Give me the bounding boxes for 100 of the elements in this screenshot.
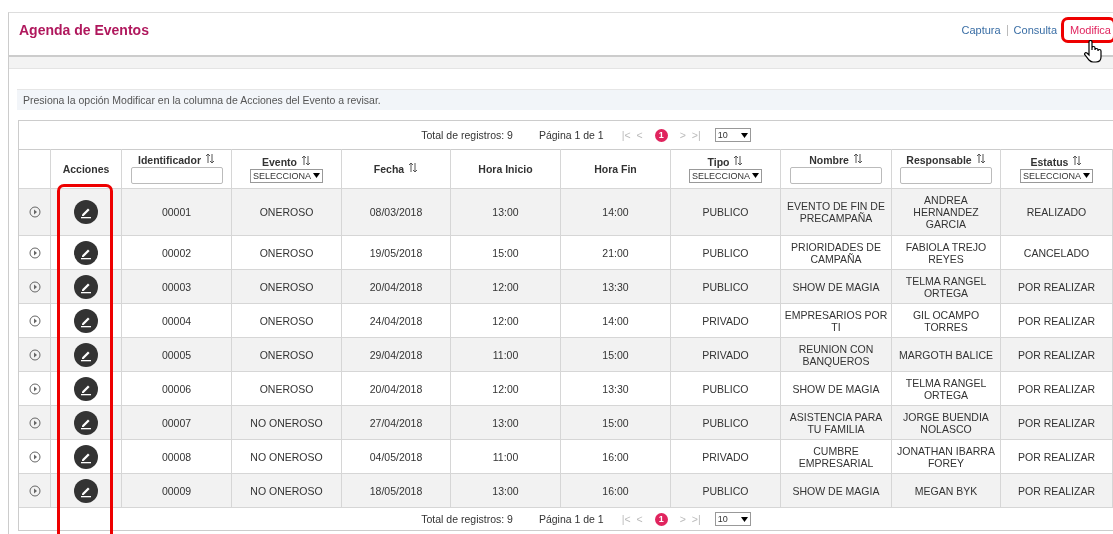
- table-cell: PUBLICO: [670, 235, 781, 270]
- sort-icon[interactable]: [408, 162, 419, 173]
- table-cell: ONEROSO: [231, 235, 342, 270]
- page-size-select[interactable]: 10: [714, 128, 751, 142]
- table-cell: MEGAN BYK: [891, 473, 1001, 508]
- sort-icon[interactable]: [301, 154, 311, 166]
- table-cell: 13:30: [560, 371, 671, 406]
- table-cell: 13:00: [450, 473, 561, 508]
- table-cell: 15:00: [450, 235, 561, 270]
- expand-icon[interactable]: [28, 206, 41, 218]
- record-count: Total de registros: 9: [421, 129, 513, 141]
- table-cell: 04/05/2018: [341, 439, 451, 474]
- filter-input[interactable]: [900, 167, 992, 184]
- expand-icon[interactable]: [28, 416, 41, 429]
- table-cell: TELMA RANGEL ORTEGA: [891, 269, 1001, 304]
- table-cell: 19/05/2018: [341, 235, 451, 270]
- table-cell: 13:00: [450, 405, 561, 440]
- table-cell: 11:00: [450, 337, 561, 372]
- expand-icon[interactable]: [28, 246, 41, 259]
- instructions-bar: Presiona la opción Modificar en la columna de Acciones del Evento a revisar.: [17, 89, 1113, 110]
- table-cell: POR REALIZAR: [1000, 303, 1113, 338]
- dropdown-arrow-icon: [313, 173, 320, 178]
- filter-select[interactable]: SELECCIONA: [250, 168, 323, 183]
- filter-input[interactable]: [790, 167, 882, 184]
- nav-link[interactable]: Consulta: [1007, 20, 1064, 40]
- table-cell: POR REALIZAR: [1000, 337, 1113, 372]
- edit-button[interactable]: [74, 240, 98, 265]
- filter-select[interactable]: SELECCIONA: [689, 168, 762, 183]
- table-cell: SHOW DE MAGIA: [780, 473, 892, 508]
- sort-icon[interactable]: [733, 154, 744, 166]
- table-cell: 16:00: [560, 439, 671, 474]
- table-cell: 12:00: [450, 269, 561, 304]
- edit-button[interactable]: [74, 274, 98, 299]
- table-cell: PUBLICO: [670, 405, 781, 440]
- expand-icon[interactable]: [28, 348, 41, 361]
- filter-input[interactable]: [130, 167, 223, 184]
- expand-icon[interactable]: [28, 382, 41, 395]
- table-cell: NO ONEROSO: [231, 473, 342, 508]
- expand-icon[interactable]: [28, 450, 41, 463]
- column-header: Nombre: [809, 154, 849, 166]
- expand-icon[interactable]: [28, 484, 41, 497]
- expand-icon[interactable]: [28, 280, 41, 293]
- table-cell: REUNION CON BANQUEROS: [780, 337, 892, 372]
- table-cell: 29/04/2018: [341, 337, 451, 372]
- table-cell: 00002: [121, 235, 232, 270]
- table-cell: 15:00: [560, 405, 671, 440]
- table-cell: REALIZADO: [1000, 188, 1113, 236]
- filter-select[interactable]: SELECCIONA: [1020, 168, 1093, 183]
- page-indicator: Página 1 de 1: [538, 129, 604, 141]
- column-header: Identificador: [138, 154, 201, 166]
- nav-link[interactable]: Modifica: [1064, 20, 1113, 40]
- table-cell: POR REALIZAR: [1000, 439, 1113, 474]
- table-cell: PUBLICO: [670, 269, 781, 304]
- table-cell: PRIVADO: [670, 337, 781, 372]
- table-cell: SHOW DE MAGIA: [780, 269, 892, 304]
- table-cell: 18/05/2018: [341, 473, 451, 508]
- column-header: Estatus: [1030, 155, 1069, 168]
- edit-button[interactable]: [74, 342, 98, 367]
- table-cell: MARGOTH BALICE: [891, 337, 1001, 372]
- table-cell: GIL OCAMPO TORRES: [891, 303, 1001, 338]
- table-cell: PRIVADO: [670, 439, 781, 474]
- column-header: Tipo: [707, 155, 730, 168]
- page-size-select[interactable]: 10: [714, 512, 751, 526]
- dropdown-arrow-icon: [740, 132, 748, 138]
- table-cell: POR REALIZAR: [1000, 269, 1113, 304]
- table-cell: 20/04/2018: [341, 371, 451, 406]
- table-cell: 16:00: [560, 473, 671, 508]
- dropdown-arrow-icon: [1083, 173, 1090, 178]
- dropdown-arrow-icon: [740, 516, 748, 522]
- sort-icon[interactable]: [1072, 154, 1083, 166]
- column-header: Responsable: [906, 154, 972, 166]
- table-cell: 12:00: [450, 371, 561, 406]
- column-header: Evento: [262, 155, 297, 168]
- sort-icon[interactable]: [975, 153, 986, 164]
- table-cell: NO ONEROSO: [231, 405, 342, 440]
- table-cell: EVENTO DE FIN DE PRECAMPAÑA: [780, 188, 892, 236]
- table-cell: PRIVADO: [670, 303, 781, 338]
- table-cell: 24/04/2018: [341, 303, 451, 338]
- table-cell: 00005: [121, 337, 232, 372]
- table-cell: ONEROSO: [231, 303, 342, 338]
- edit-button[interactable]: [74, 376, 98, 401]
- table-cell: ONEROSO: [231, 371, 342, 406]
- sort-icon[interactable]: [852, 153, 863, 164]
- edit-button[interactable]: [74, 200, 98, 224]
- table-cell: 13:00: [450, 188, 561, 236]
- table-cell: ONEROSO: [231, 337, 342, 372]
- table-cell: TELMA RANGEL ORTEGA: [891, 371, 1001, 406]
- current-page-button[interactable]: 1: [654, 512, 668, 526]
- table-cell: 20/04/2018: [341, 269, 451, 304]
- column-header: Fecha: [373, 163, 405, 175]
- current-page-button[interactable]: 1: [654, 128, 668, 142]
- column-header: Hora Inicio: [478, 163, 533, 175]
- table-cell: 14:00: [560, 303, 671, 338]
- nav-link[interactable]: Captura: [955, 20, 1007, 40]
- edit-button[interactable]: [74, 308, 98, 333]
- edit-button[interactable]: [74, 410, 98, 435]
- edit-button[interactable]: [74, 478, 98, 503]
- sort-icon[interactable]: [205, 153, 215, 164]
- edit-button[interactable]: [74, 444, 98, 469]
- expand-icon[interactable]: [28, 314, 41, 327]
